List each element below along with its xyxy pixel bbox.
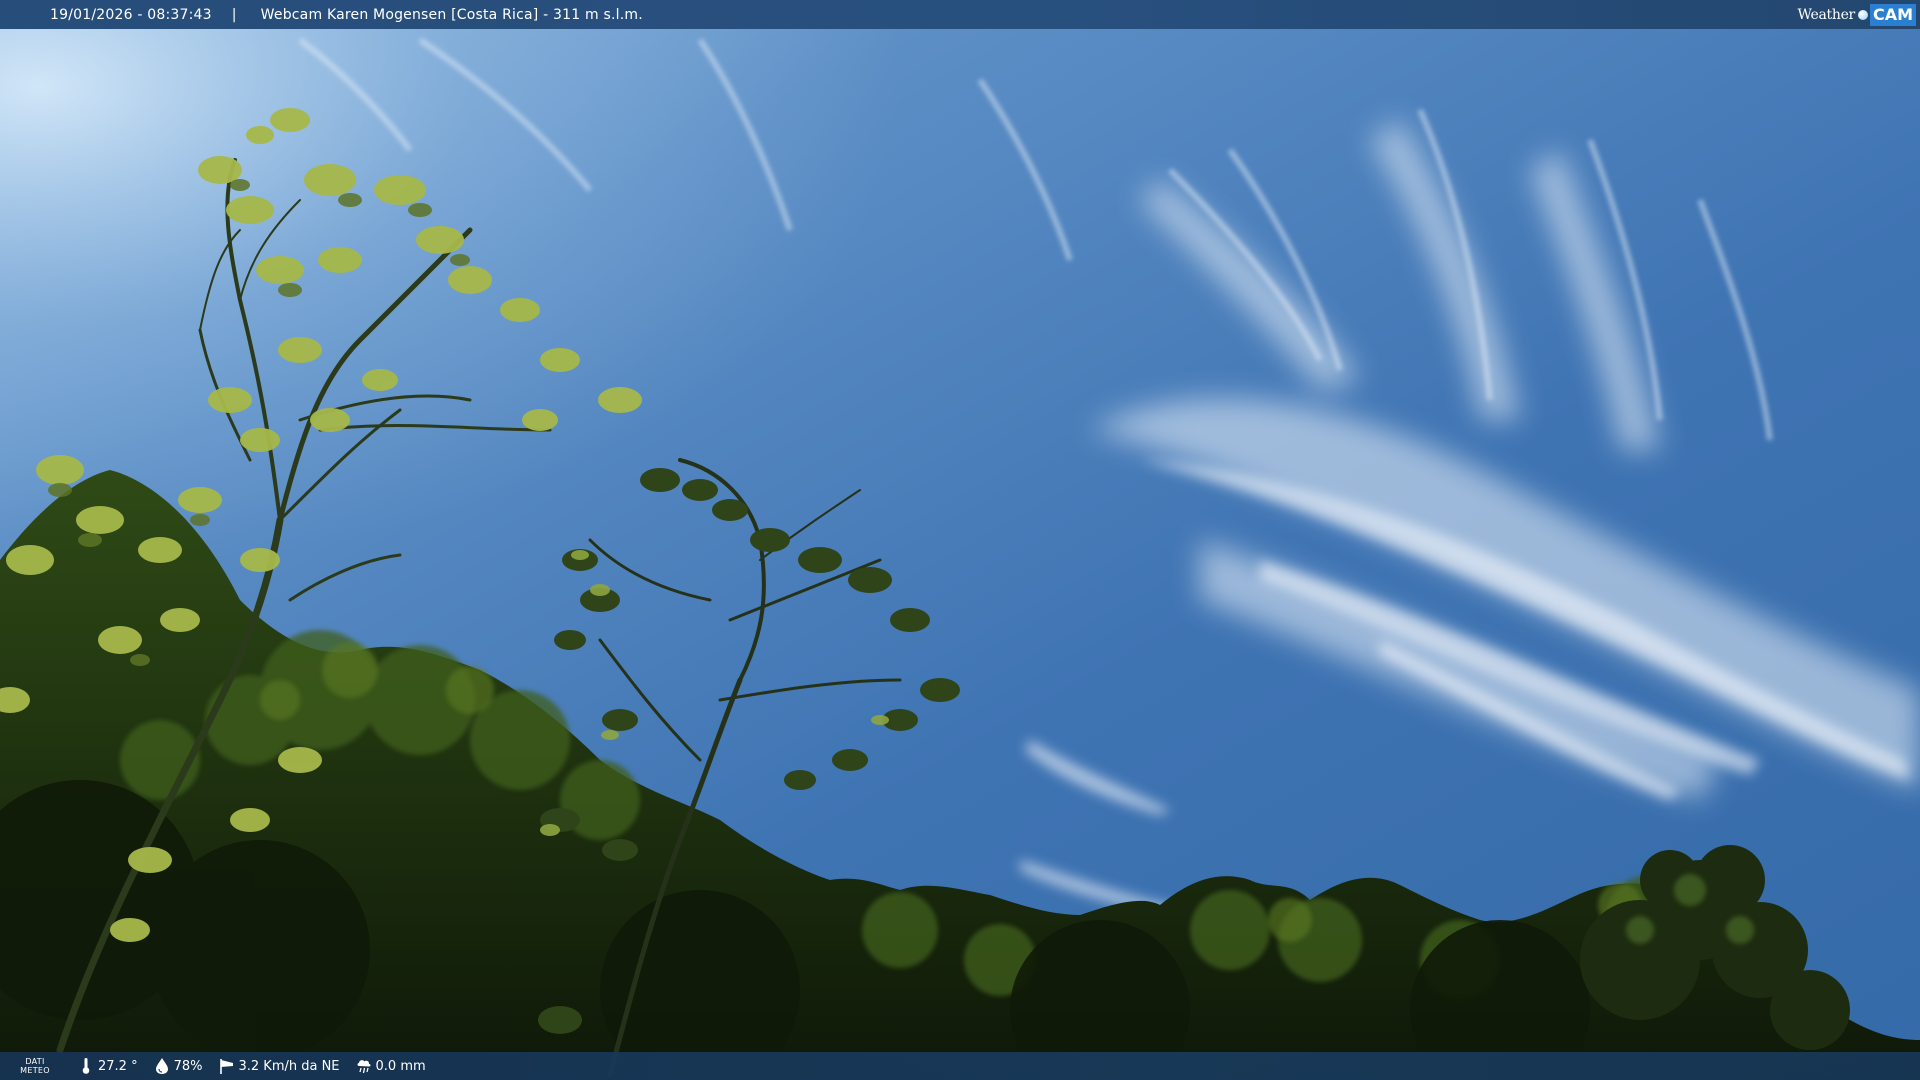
wind-metric: 3.2 Km/h da NE (218, 1057, 340, 1075)
windsock-icon (220, 1059, 234, 1074)
webcam-image (0, 0, 1920, 1080)
rain-cloud-icon (357, 1060, 371, 1074)
logo-cam-text: CAM (1869, 3, 1916, 26)
weather-data-label: DATI METEO (20, 1057, 50, 1075)
humidity-metric: 78% (154, 1057, 203, 1075)
temperature-metric: 27.2 ° (78, 1057, 138, 1075)
top-info-bar: 19/01/2026 - 08:37:43 | Webcam Karen Mog… (0, 0, 1920, 29)
logo-weather-text: Weather (1797, 6, 1856, 23)
webcam-frame: 19/01/2026 - 08:37:43 | Webcam Karen Mog… (0, 0, 1920, 1080)
thermometer-icon (82, 1058, 90, 1074)
rain-metric: 0.0 mm (356, 1057, 426, 1075)
separator: | (231, 6, 237, 23)
weather-data-bar: DATI METEO 27.2 ° 78% 3.2 Km/h da NE 0.0… (0, 1052, 1920, 1080)
webcam-caption: Webcam Karen Mogensen [Costa Rica] - 311… (260, 6, 643, 23)
wind-value: 3.2 Km/h da NE (238, 1058, 340, 1074)
logo-dot-icon (1857, 9, 1868, 20)
humidity-value: 78% (173, 1058, 203, 1074)
temperature-value: 27.2 ° (98, 1058, 138, 1074)
water-drop-icon (155, 1058, 168, 1074)
weathercam-logo: Weather CAM (1798, 2, 1916, 27)
timestamp: 19/01/2026 - 08:37:43 (50, 6, 212, 23)
rain-value: 0.0 mm (375, 1058, 426, 1074)
